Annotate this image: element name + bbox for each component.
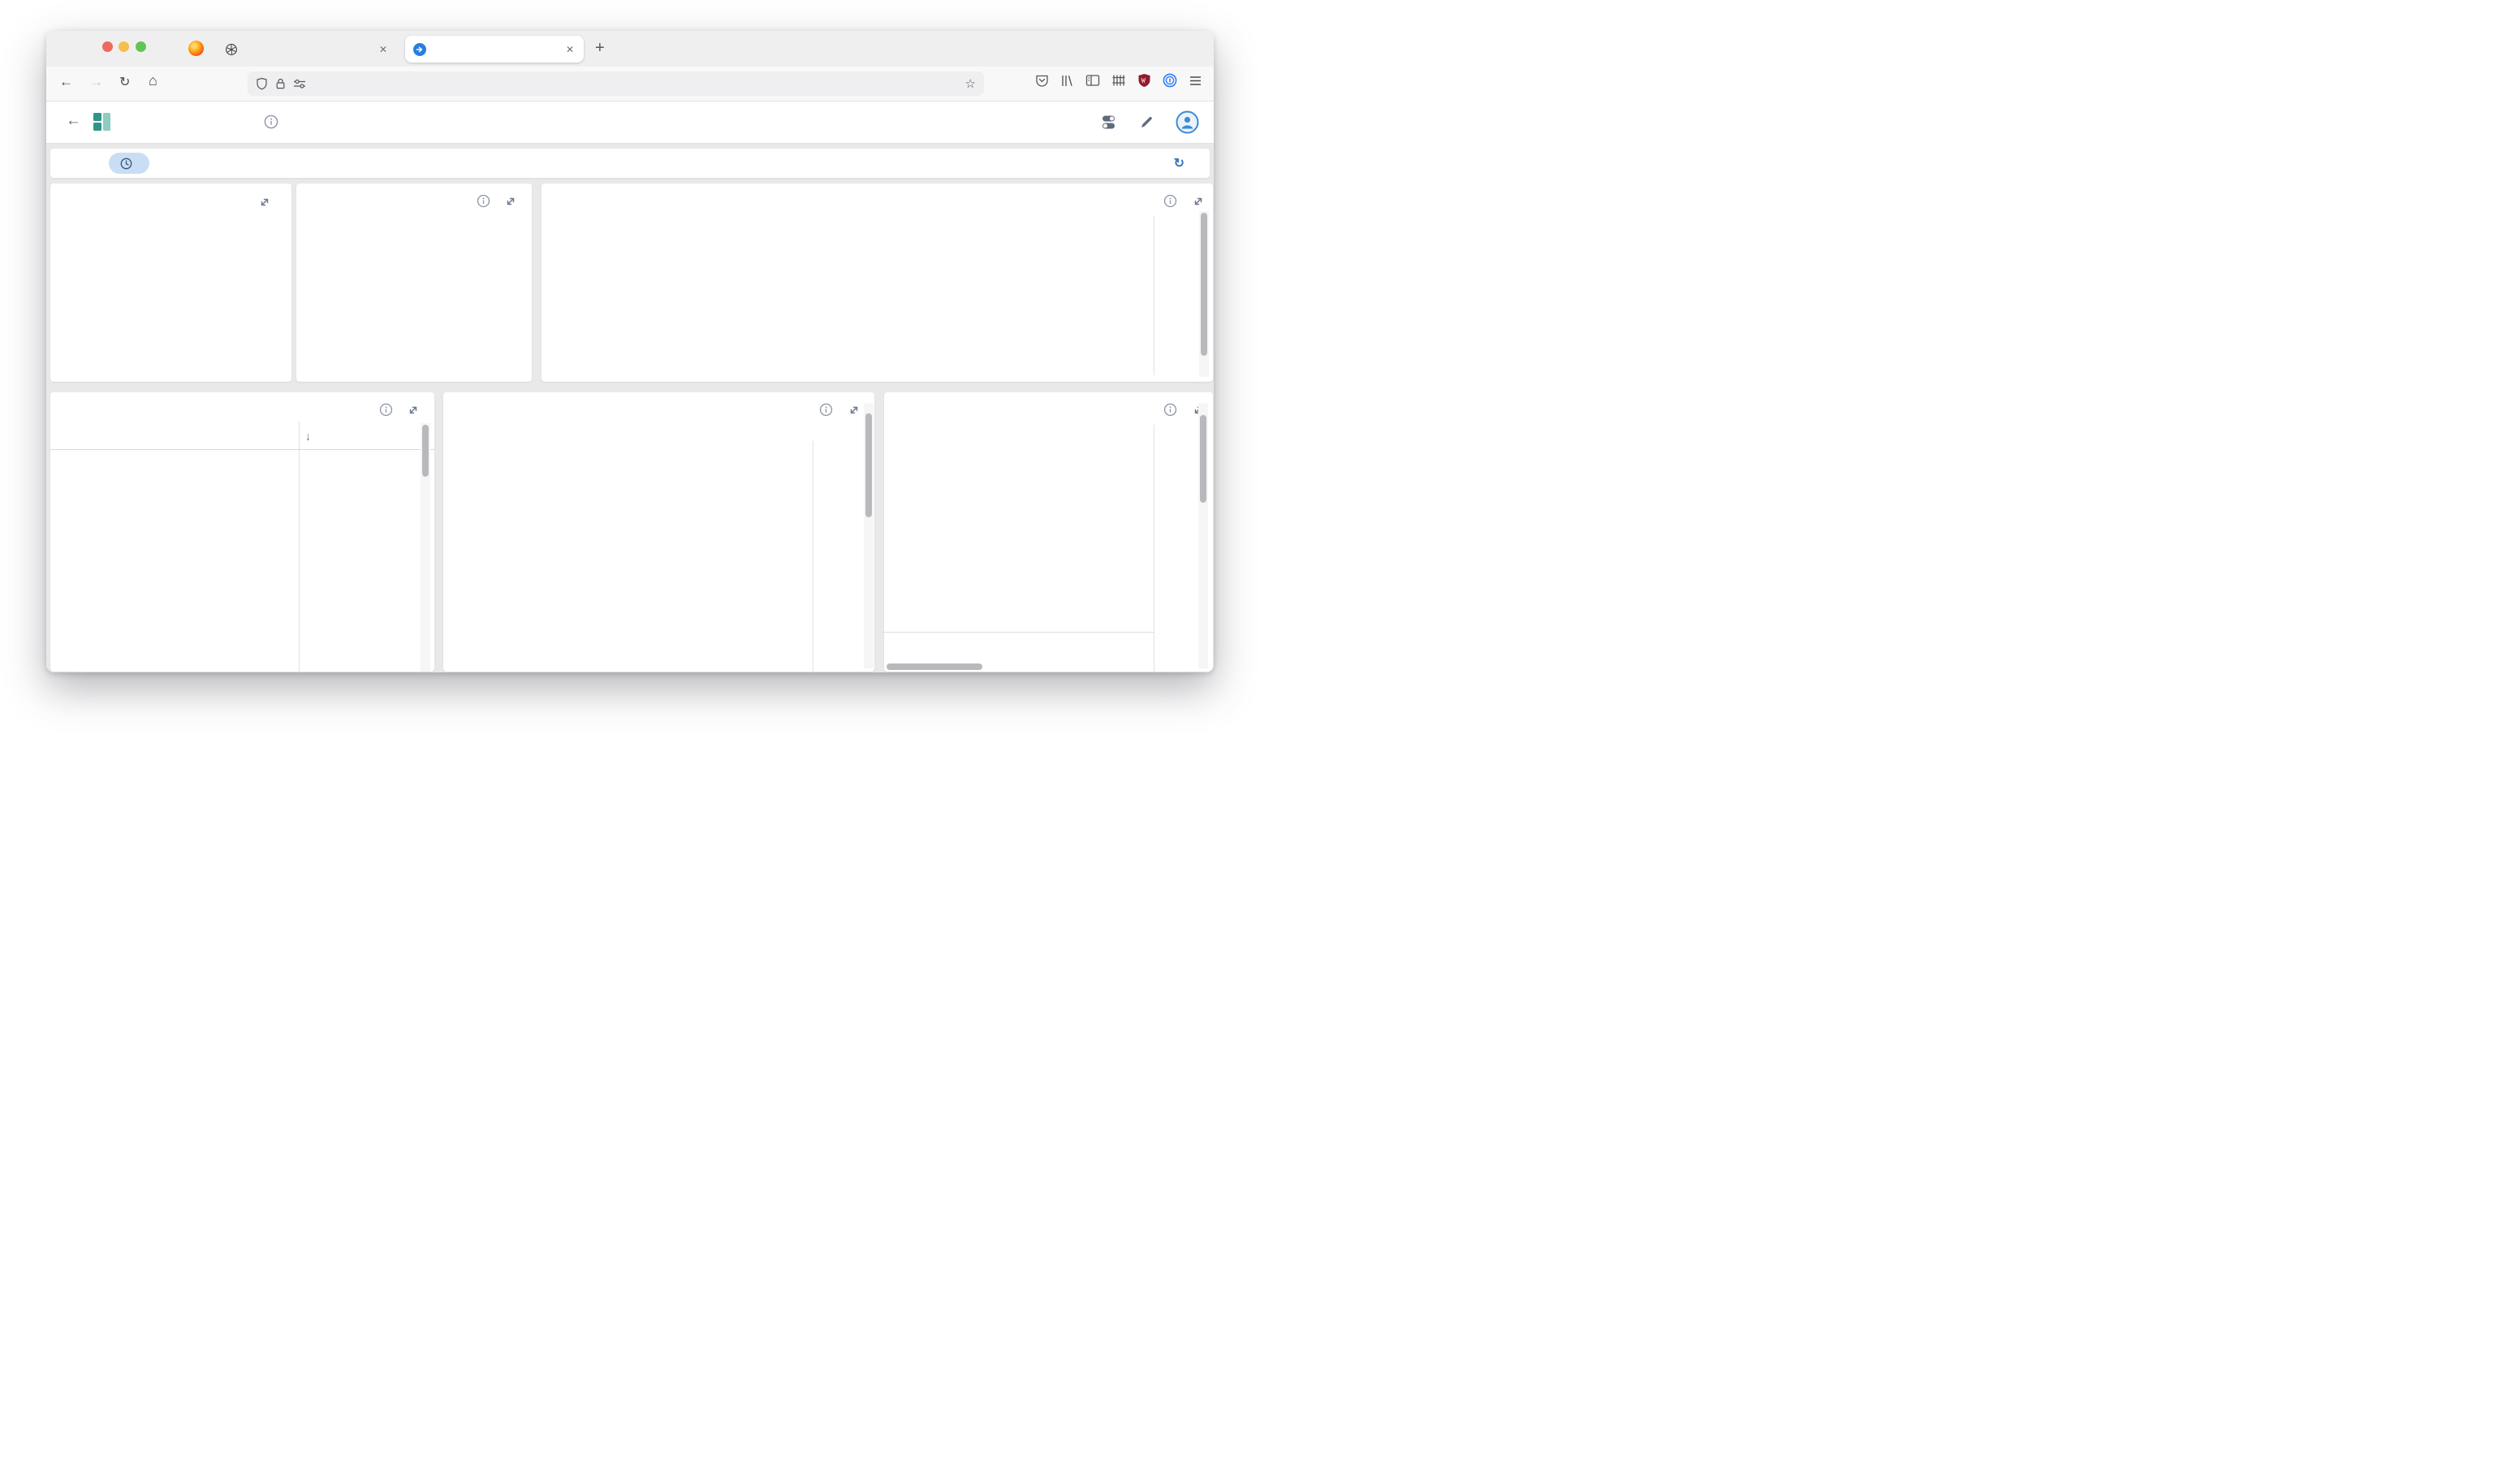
reload-icon[interactable]: ↻ xyxy=(119,74,130,90)
dashboard-back-icon[interactable]: ← xyxy=(66,112,81,130)
bookmark-star-icon[interactable]: ☆ xyxy=(965,76,976,91)
toolbar-icons xyxy=(1035,73,1202,88)
sort-desc-icon: ↓ xyxy=(305,430,311,443)
tab-imply[interactable]: ✕ xyxy=(405,36,584,63)
new-tab-button[interactable]: + xyxy=(595,39,605,58)
expand-icon[interactable] xyxy=(848,404,861,417)
reset-button[interactable]: ↻ xyxy=(1174,155,1190,171)
vertical-scrollbar[interactable] xyxy=(865,413,872,517)
x-axis-band xyxy=(884,632,1154,657)
vertical-scrollbar[interactable] xyxy=(422,425,429,477)
address-bar[interactable]: ☆ xyxy=(248,71,984,96)
expand-icon[interactable] xyxy=(258,196,271,209)
column-divider xyxy=(299,421,300,672)
header-rule xyxy=(50,449,434,450)
navigation-bar: ← → ↻ ⌂ ☆ xyxy=(46,67,1214,102)
expand-icon[interactable] xyxy=(1192,195,1205,208)
expand-icon[interactable] xyxy=(407,404,420,417)
panel-new-subscriptions-over-time xyxy=(884,392,1213,672)
panel-visits-to-content-category xyxy=(542,184,1213,382)
sidebar-icon[interactable] xyxy=(1085,74,1100,87)
onepassword-icon[interactable] xyxy=(1163,73,1177,88)
screen: ✕ ✕ + ← → ↻ ⌂ ☆ ← ↻ ↓ xyxy=(0,0,1260,732)
ublock-shield-icon[interactable] xyxy=(1137,73,1151,88)
time-series-bar-chart[interactable] xyxy=(884,392,1213,672)
vertical-scrollbar[interactable] xyxy=(1200,415,1206,503)
firefox-icon xyxy=(188,41,204,56)
extensions-icon[interactable] xyxy=(1111,74,1126,87)
panel-number-of-clicks xyxy=(50,184,291,382)
toggles-icon[interactable] xyxy=(1102,115,1118,130)
permissions-icon[interactable] xyxy=(293,78,306,89)
dashboard-info-icon[interactable] xyxy=(264,115,278,129)
reset-icon: ↻ xyxy=(1173,157,1184,171)
confluent-icon xyxy=(226,43,237,55)
browser-window: ✕ ✕ + ← → ↻ ⌂ ☆ ← ↻ ↓ xyxy=(46,31,1214,672)
menu-hamburger-icon[interactable] xyxy=(1189,75,1202,87)
filter-bar: ↻ xyxy=(50,149,1210,178)
dashboard-tile-icon xyxy=(93,113,110,131)
dashboard-header: ← xyxy=(46,102,1214,144)
minimize-window-button[interactable] xyxy=(119,41,129,52)
imply-icon xyxy=(413,42,426,56)
dashboard: ← ↻ ↓ xyxy=(46,102,1214,672)
zoom-window-button[interactable] xyxy=(136,41,146,52)
shield-icon[interactable] xyxy=(256,77,268,90)
tab-confluent[interactable]: ✕ xyxy=(217,36,397,63)
panel-top-headlines: ↓ xyxy=(50,392,434,672)
pocket-icon[interactable] xyxy=(1035,74,1049,88)
sunburst-chart[interactable] xyxy=(296,203,532,382)
back-icon[interactable]: ← xyxy=(59,74,73,90)
close-tab-icon[interactable]: ✕ xyxy=(564,44,576,55)
panel-new-subscriptions-by-channel xyxy=(443,392,874,672)
horizontal-scrollbar[interactable] xyxy=(887,663,982,670)
panel-visitor-demographics xyxy=(296,184,532,382)
clock-icon xyxy=(120,158,132,169)
time-filter-pill[interactable] xyxy=(109,153,149,174)
info-icon[interactable] xyxy=(1163,403,1177,417)
close-window-button[interactable] xyxy=(102,41,113,52)
lock-icon[interactable] xyxy=(275,77,286,90)
forward-icon[interactable]: → xyxy=(89,74,103,90)
close-tab-icon[interactable]: ✕ xyxy=(378,44,389,55)
area-chart[interactable] xyxy=(542,184,1213,382)
column-header-number-of-clicks[interactable]: ↓ xyxy=(305,430,311,443)
info-icon[interactable] xyxy=(819,403,833,417)
vertical-scrollbar[interactable] xyxy=(1201,213,1207,356)
home-icon[interactable]: ⌂ xyxy=(149,72,158,89)
info-icon[interactable] xyxy=(379,403,393,417)
tab-bar: ✕ ✕ + xyxy=(46,31,1214,67)
stacked-bar-chart[interactable] xyxy=(443,392,874,672)
edit-pencil-icon[interactable] xyxy=(1139,115,1154,130)
info-icon[interactable] xyxy=(1163,194,1177,208)
library-icon[interactable] xyxy=(1060,74,1074,88)
avatar[interactable] xyxy=(1176,110,1199,134)
